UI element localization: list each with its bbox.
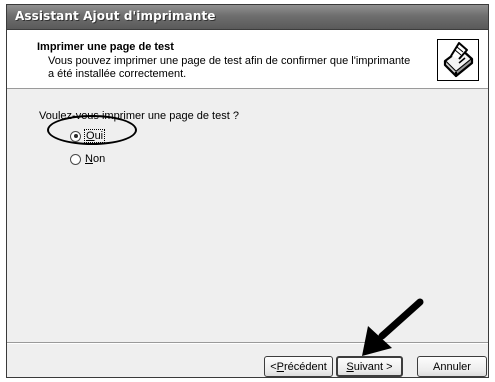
- radio-option-yes[interactable]: Oui: [70, 129, 106, 143]
- window-title: Assistant Ajout d'imprimante: [15, 9, 216, 23]
- radio-button-unselected[interactable]: [70, 153, 81, 165]
- cancel-button[interactable]: Annuler: [417, 356, 487, 377]
- next-button[interactable]: Suivant >: [336, 356, 403, 377]
- print-test-question: Voulez-vous imprimer une page de test ?: [39, 110, 239, 122]
- wizard-header: Imprimer une page de test Vous pouvez im…: [7, 30, 488, 89]
- add-printer-wizard-window: Assistant Ajout d'imprimante Imprimer un…: [6, 4, 489, 378]
- radio-label-no[interactable]: Non: [85, 153, 105, 165]
- footer-separator: [7, 342, 488, 344]
- page-title: Imprimer une page de test: [37, 41, 174, 53]
- title-bar[interactable]: Assistant Ajout d'imprimante: [7, 5, 488, 30]
- radio-option-no[interactable]: Non: [70, 152, 105, 166]
- radio-button-selected[interactable]: [70, 130, 81, 142]
- page-subtitle: Vous pouvez imprimer une page de test af…: [48, 55, 411, 80]
- back-button[interactable]: < Précédent: [264, 356, 333, 377]
- printer-icon: [437, 39, 479, 81]
- radio-label-yes[interactable]: Oui: [83, 129, 106, 143]
